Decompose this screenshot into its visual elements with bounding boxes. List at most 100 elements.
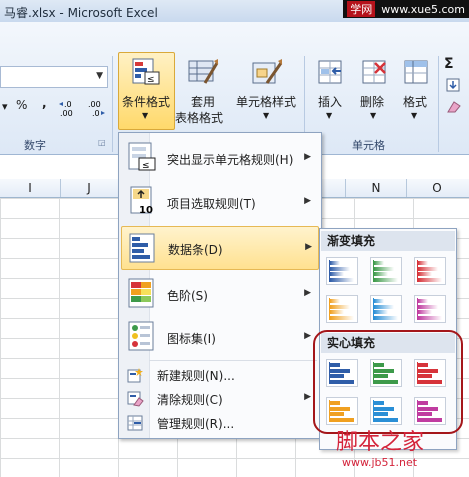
increase-decimal-button[interactable]: .0.00	[58, 99, 80, 120]
menu-item-highlight-rules[interactable]: ≤ 突出显示单元格规则(H) ▶	[121, 137, 317, 177]
svg-text:.00: .00	[60, 109, 73, 117]
gradient-data-bar-option[interactable]	[414, 257, 446, 285]
format-label: 格式	[403, 95, 428, 109]
gradient-data-bar-option[interactable]	[326, 257, 358, 285]
conditional-format-icon: ≤	[132, 58, 160, 85]
manage-rules-icon	[127, 415, 143, 431]
column-header-i[interactable]: I	[0, 179, 61, 197]
clear-icon[interactable]	[446, 100, 462, 114]
decrease-decimal-button[interactable]: .00.0	[86, 99, 108, 120]
percent-button[interactable]: %	[16, 98, 27, 112]
window-title: 马睿.xlsx - Microsoft Excel	[4, 6, 158, 20]
cells-group-label: 单元格	[352, 139, 385, 152]
fill-icon[interactable]	[446, 78, 462, 92]
chevron-down-icon: ▼	[142, 111, 149, 120]
chevron-down-icon: ▼	[326, 111, 333, 120]
table-format-label-2: 表格格式	[175, 111, 224, 125]
cell-style-button[interactable]: 单元格样式 ▼	[234, 52, 302, 130]
autosum-button[interactable]: Σ	[444, 56, 454, 72]
menu-item-label: 图标集(I)	[167, 332, 216, 346]
insert-cells-icon	[318, 60, 342, 84]
insert-button[interactable]: 插入 ▼	[308, 52, 352, 130]
group-separator	[112, 56, 113, 152]
decrease-decimal-icon: .00.0	[88, 100, 105, 118]
currency-dropdown-arrow[interactable]: ▾	[2, 100, 8, 113]
highlight-rules-icon: ≤	[128, 142, 156, 171]
svg-text:.0: .0	[64, 100, 72, 109]
format-cells-icon	[404, 60, 428, 84]
watermark-bottom: 脚本之家 www.jb51.net	[320, 420, 469, 477]
chevron-right-icon: ▶	[304, 331, 311, 341]
watermark-logo-text: 脚本之家	[336, 430, 425, 455]
watermark-tag: 学网	[347, 1, 376, 17]
column-header-n[interactable]: N	[345, 179, 407, 197]
menu-item-data-bars[interactable]: 数据条(D) ▶	[121, 226, 319, 270]
menu-separator	[149, 360, 317, 361]
cell-style-label: 单元格样式	[236, 95, 297, 109]
data-bars-icon	[129, 233, 155, 263]
number-buttons-row: ▾ % , .0.00 .00.0	[0, 96, 108, 120]
column-header-j[interactable]: J	[60, 179, 119, 197]
conditional-format-menu: ≤ 突出显示单元格规则(H) ▶ 10 项目选取规则(T) ▶ 数据条(D) ▶	[118, 132, 322, 439]
top-bottom-rules-icon: 10	[130, 186, 153, 216]
menu-item-label: 管理规则(R)...	[157, 417, 235, 431]
increase-decimal-icon: .0.00	[59, 100, 73, 118]
delete-label: 删除	[360, 95, 385, 109]
watermark-url: www.xue5.com	[381, 2, 465, 16]
svg-text:.0: .0	[92, 109, 100, 117]
number-dialog-launcher-icon[interactable]: ◲	[98, 138, 106, 147]
menu-item-icon-sets[interactable]: 图标集(I) ▶	[121, 316, 317, 356]
table-format-icon	[188, 59, 219, 84]
conditional-format-label: 条件格式	[122, 95, 171, 109]
chevron-right-icon: ▶	[304, 288, 311, 298]
svg-text:≤: ≤	[142, 161, 150, 171]
chevron-right-icon: ▶	[304, 196, 311, 206]
gradient-data-bar-option[interactable]	[414, 295, 446, 323]
icon-sets-icon	[128, 321, 154, 351]
gradient-fill-header: 渐变填充	[321, 231, 455, 251]
menu-item-color-scales[interactable]: 色阶(S) ▶	[121, 273, 317, 313]
delete-cells-icon	[362, 60, 386, 84]
svg-text:≤: ≤	[147, 75, 155, 85]
color-scales-icon	[128, 278, 154, 308]
chevron-right-icon: ▶	[304, 392, 311, 402]
comma-button[interactable]: ,	[42, 96, 47, 110]
number-group-label: 数字	[24, 139, 46, 152]
chevron-down-icon: ▼	[370, 111, 377, 120]
chevron-right-icon: ▶	[305, 242, 312, 252]
menu-item-label: 清除规则(C)	[157, 393, 223, 407]
svg-text:10: 10	[139, 205, 153, 216]
menu-item-manage-rules[interactable]: 管理规则(R)...	[121, 412, 317, 434]
chevron-down-icon: ▼	[263, 111, 270, 120]
number-format-dropdown[interactable]: ▼	[0, 66, 108, 88]
conditional-format-button[interactable]: ≤ 条件格式 ▼	[118, 52, 175, 130]
new-rule-icon	[127, 368, 143, 383]
menu-item-new-rule[interactable]: 新建规则(N)...	[121, 364, 317, 386]
gradient-data-bar-option[interactable]	[370, 257, 402, 285]
table-format-button[interactable]: 套用 表格格式	[175, 52, 230, 130]
menu-item-label: 突出显示单元格规则(H)	[167, 153, 294, 167]
cell-style-icon	[252, 59, 283, 84]
watermark-top: 学网 www.xue5.com	[343, 0, 469, 18]
delete-button[interactable]: 删除 ▼	[352, 52, 396, 130]
column-header-o[interactable]: O	[405, 179, 469, 197]
group-separator	[438, 56, 439, 152]
gradient-data-bar-option[interactable]	[326, 295, 358, 323]
watermark-url: www.jb51.net	[342, 456, 418, 469]
menu-item-label: 项目选取规则(T)	[167, 197, 256, 211]
menu-item-label: 色阶(S)	[167, 289, 208, 303]
table-format-label-1: 套用	[191, 95, 216, 109]
menu-item-clear-rules[interactable]: 清除规则(C) ▶	[121, 388, 317, 410]
highlight-annotation-circle	[313, 330, 463, 434]
svg-text:.00: .00	[88, 100, 101, 109]
chevron-down-icon: ▼	[411, 111, 418, 120]
chevron-right-icon: ▶	[304, 152, 311, 162]
clear-rules-icon	[127, 391, 144, 407]
gradient-data-bar-option[interactable]	[370, 295, 402, 323]
insert-label: 插入	[318, 95, 343, 109]
menu-item-label: 数据条(D)	[168, 243, 223, 257]
menu-item-top-bottom-rules[interactable]: 10 项目选取规则(T) ▶	[121, 181, 317, 221]
menu-item-label: 新建规则(N)...	[157, 369, 235, 383]
title-bar: 马睿.xlsx - Microsoft Excel 学网 www.xue5.co…	[0, 0, 469, 23]
format-button[interactable]: 格式 ▼	[396, 52, 436, 130]
